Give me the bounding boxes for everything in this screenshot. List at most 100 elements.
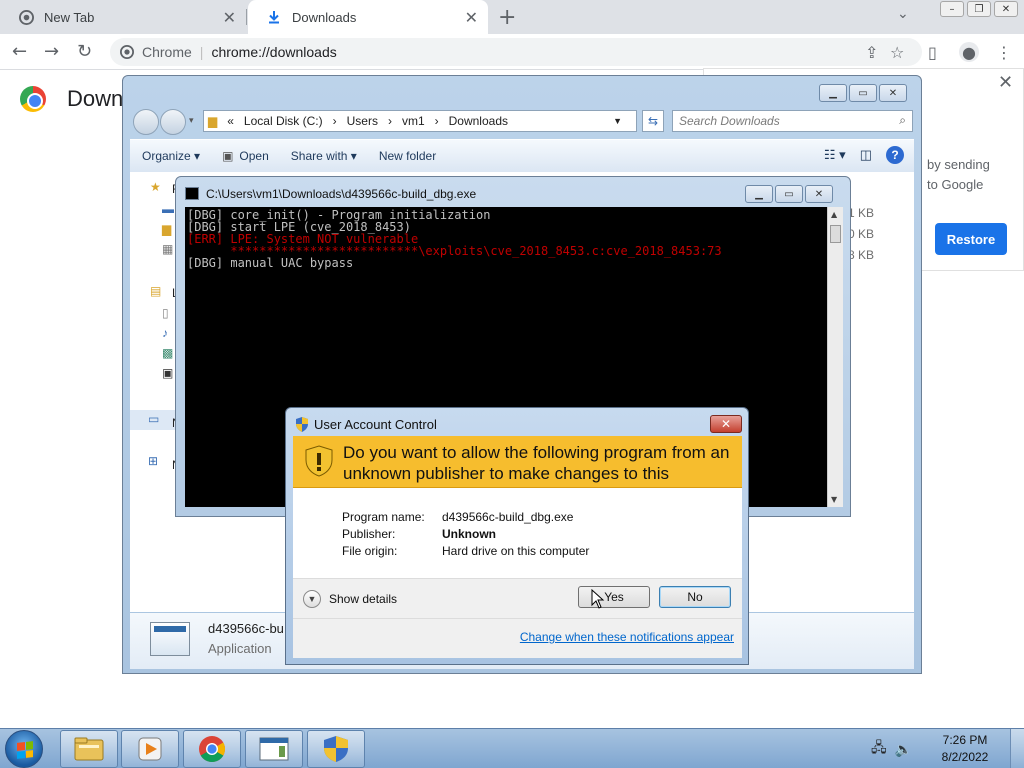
taskbar-app-button[interactable]: [245, 730, 303, 768]
tab-downloads[interactable]: Downloads ✕: [248, 0, 488, 34]
open-button[interactable]: ▣ Open: [222, 149, 269, 163]
notification-settings-link[interactable]: Change when these notifications appear: [520, 630, 734, 644]
tab-label: Downloads: [292, 9, 357, 25]
view-options-icon[interactable]: ☷ ▾: [824, 147, 846, 163]
open-label: Open: [239, 149, 269, 163]
scroll-thumb[interactable]: [830, 225, 841, 243]
refresh-icon[interactable]: ⇆: [642, 110, 664, 132]
breadcrumb-item[interactable]: Downloads: [449, 114, 508, 128]
close-button[interactable]: ✕: [805, 185, 833, 203]
forward-arrow-icon[interactable]: →: [44, 41, 59, 62]
profile-avatar-icon[interactable]: ●: [959, 42, 979, 62]
windows-logo-icon: [17, 741, 33, 759]
tab-label: New Tab: [44, 9, 95, 25]
restore-button[interactable]: Restore: [935, 223, 1007, 255]
address-overflow[interactable]: «: [227, 114, 234, 128]
banner-text: by sending to Google: [927, 155, 1017, 195]
breadcrumb-separator-icon: ›: [387, 114, 392, 128]
share-with-button[interactable]: Share with ▾: [291, 149, 357, 163]
details-file-type: Application: [208, 641, 272, 656]
details-file-name: d439566c-bu: [208, 621, 284, 636]
new-tab-plus-icon[interactable]: +: [498, 5, 516, 30]
uac-details: Program name: d439566c-build_dbg.exe Pub…: [293, 488, 742, 578]
back-button[interactable]: [133, 109, 159, 135]
menu-kebab-icon[interactable]: ⋮: [996, 43, 1012, 62]
forward-button[interactable]: [160, 109, 186, 135]
maximize-button[interactable]: ▭: [775, 185, 803, 203]
music-icon: ♪: [162, 326, 168, 340]
reload-icon[interactable]: ↻: [77, 41, 92, 62]
clock[interactable]: 7:26 PM 8/2/2022: [920, 732, 1010, 766]
show-desktop-button[interactable]: [1010, 729, 1024, 768]
taskbar-explorer-button[interactable]: [60, 730, 118, 768]
close-tab-icon[interactable]: ✕: [465, 8, 478, 28]
bookmark-star-icon[interactable]: ☆: [890, 43, 904, 62]
minimize-button[interactable]: ▁: [819, 84, 847, 102]
new-folder-button[interactable]: New folder: [379, 149, 436, 163]
side-panel-icon[interactable]: ▯: [928, 43, 937, 62]
console-line: [DBG] manual UAC bypass: [187, 256, 354, 270]
restore-window-button[interactable]: ❐: [967, 1, 991, 17]
breadcrumb-separator-icon: ›: [332, 114, 337, 128]
minimize-button[interactable]: ▁: [745, 185, 773, 203]
chevron-down-icon[interactable]: ▼: [303, 590, 321, 608]
breadcrumb-item[interactable]: vm1: [402, 114, 425, 128]
clock-time: 7:26 PM: [942, 733, 988, 747]
share-icon[interactable]: ⇪: [865, 43, 878, 62]
documents-icon: ▯: [162, 306, 169, 320]
scroll-down-icon[interactable]: ▼: [831, 495, 837, 504]
program-name-value: d439566c-build_dbg.exe: [442, 510, 574, 524]
file-size: 0 KB: [848, 227, 875, 241]
publisher-value: Unknown: [442, 527, 496, 541]
uac-title: User Account Control: [314, 417, 437, 432]
close-button[interactable]: ✕: [879, 84, 907, 102]
close-button[interactable]: ✕: [710, 415, 742, 433]
show-details-toggle[interactable]: ▼ Show details: [303, 590, 397, 608]
publisher-row: Publisher: Unknown: [342, 527, 496, 544]
tab-divider: [246, 9, 247, 25]
console-scrollbar[interactable]: ▲ ▼: [827, 207, 843, 507]
downloads-folder-icon: ▆: [162, 222, 172, 236]
breadcrumb-separator-icon: ›: [434, 114, 439, 128]
search-input[interactable]: Search Downloads ⌕: [672, 110, 913, 132]
back-arrow-icon[interactable]: ←: [12, 41, 27, 62]
tab-new-tab[interactable]: New Tab ✕: [0, 0, 246, 34]
explorer-address-bar[interactable]: ▆ « Local Disk (C:) › Users › vm1 › Down…: [203, 110, 637, 132]
taskbar-media-player-button[interactable]: [121, 730, 179, 768]
taskbar: 🖧 🔈 7:26 PM 8/2/2022: [0, 728, 1024, 768]
yes-button[interactable]: Yes: [578, 586, 650, 608]
start-button[interactable]: [5, 730, 43, 768]
site-info-chip[interactable]: Chrome: [110, 44, 192, 60]
network-icon[interactable]: 🖧: [871, 737, 887, 761]
address-dropdown-icon[interactable]: ▼: [613, 116, 622, 126]
breadcrumb-item[interactable]: Users: [347, 114, 378, 128]
chrome-icon: [199, 736, 226, 763]
console-icon: [185, 187, 199, 200]
volume-icon[interactable]: 🔈: [895, 741, 912, 758]
address-bar[interactable]: Chrome | chrome://downloads: [110, 38, 922, 66]
media-player-icon: [138, 737, 162, 761]
taskbar-uac-button[interactable]: [307, 730, 365, 768]
chrome-logo-icon: [20, 86, 46, 112]
recent-pages-chevron-icon[interactable]: ▾: [189, 116, 194, 126]
site-label: Chrome: [142, 44, 192, 60]
download-icon: [266, 9, 282, 25]
clock-date: 8/2/2022: [941, 750, 989, 764]
close-window-button[interactable]: ✕: [994, 1, 1018, 17]
close-icon[interactable]: ✕: [998, 72, 1013, 93]
scroll-up-icon[interactable]: ▲: [831, 210, 837, 219]
taskbar-chrome-button[interactable]: [183, 730, 241, 768]
file-origin-row: File origin: Hard drive on this computer: [342, 544, 589, 561]
search-icon: ⌕: [899, 113, 906, 127]
help-icon[interactable]: ?: [886, 146, 904, 164]
breadcrumb-item[interactable]: Local Disk (C:): [244, 114, 323, 128]
no-button[interactable]: No: [659, 586, 731, 608]
organize-button[interactable]: Organize ▾: [142, 149, 200, 163]
file-origin-value: Hard drive on this computer: [442, 544, 590, 558]
maximize-button[interactable]: ▭: [849, 84, 877, 102]
tab-search-chevron-icon[interactable]: ⌄: [897, 6, 909, 22]
preview-pane-icon[interactable]: ◫: [860, 147, 872, 163]
system-tray: 🖧 🔈 7:26 PM 8/2/2022: [871, 729, 1024, 768]
close-tab-icon[interactable]: ✕: [223, 8, 236, 28]
minimize-window-button[interactable]: –: [940, 1, 964, 17]
